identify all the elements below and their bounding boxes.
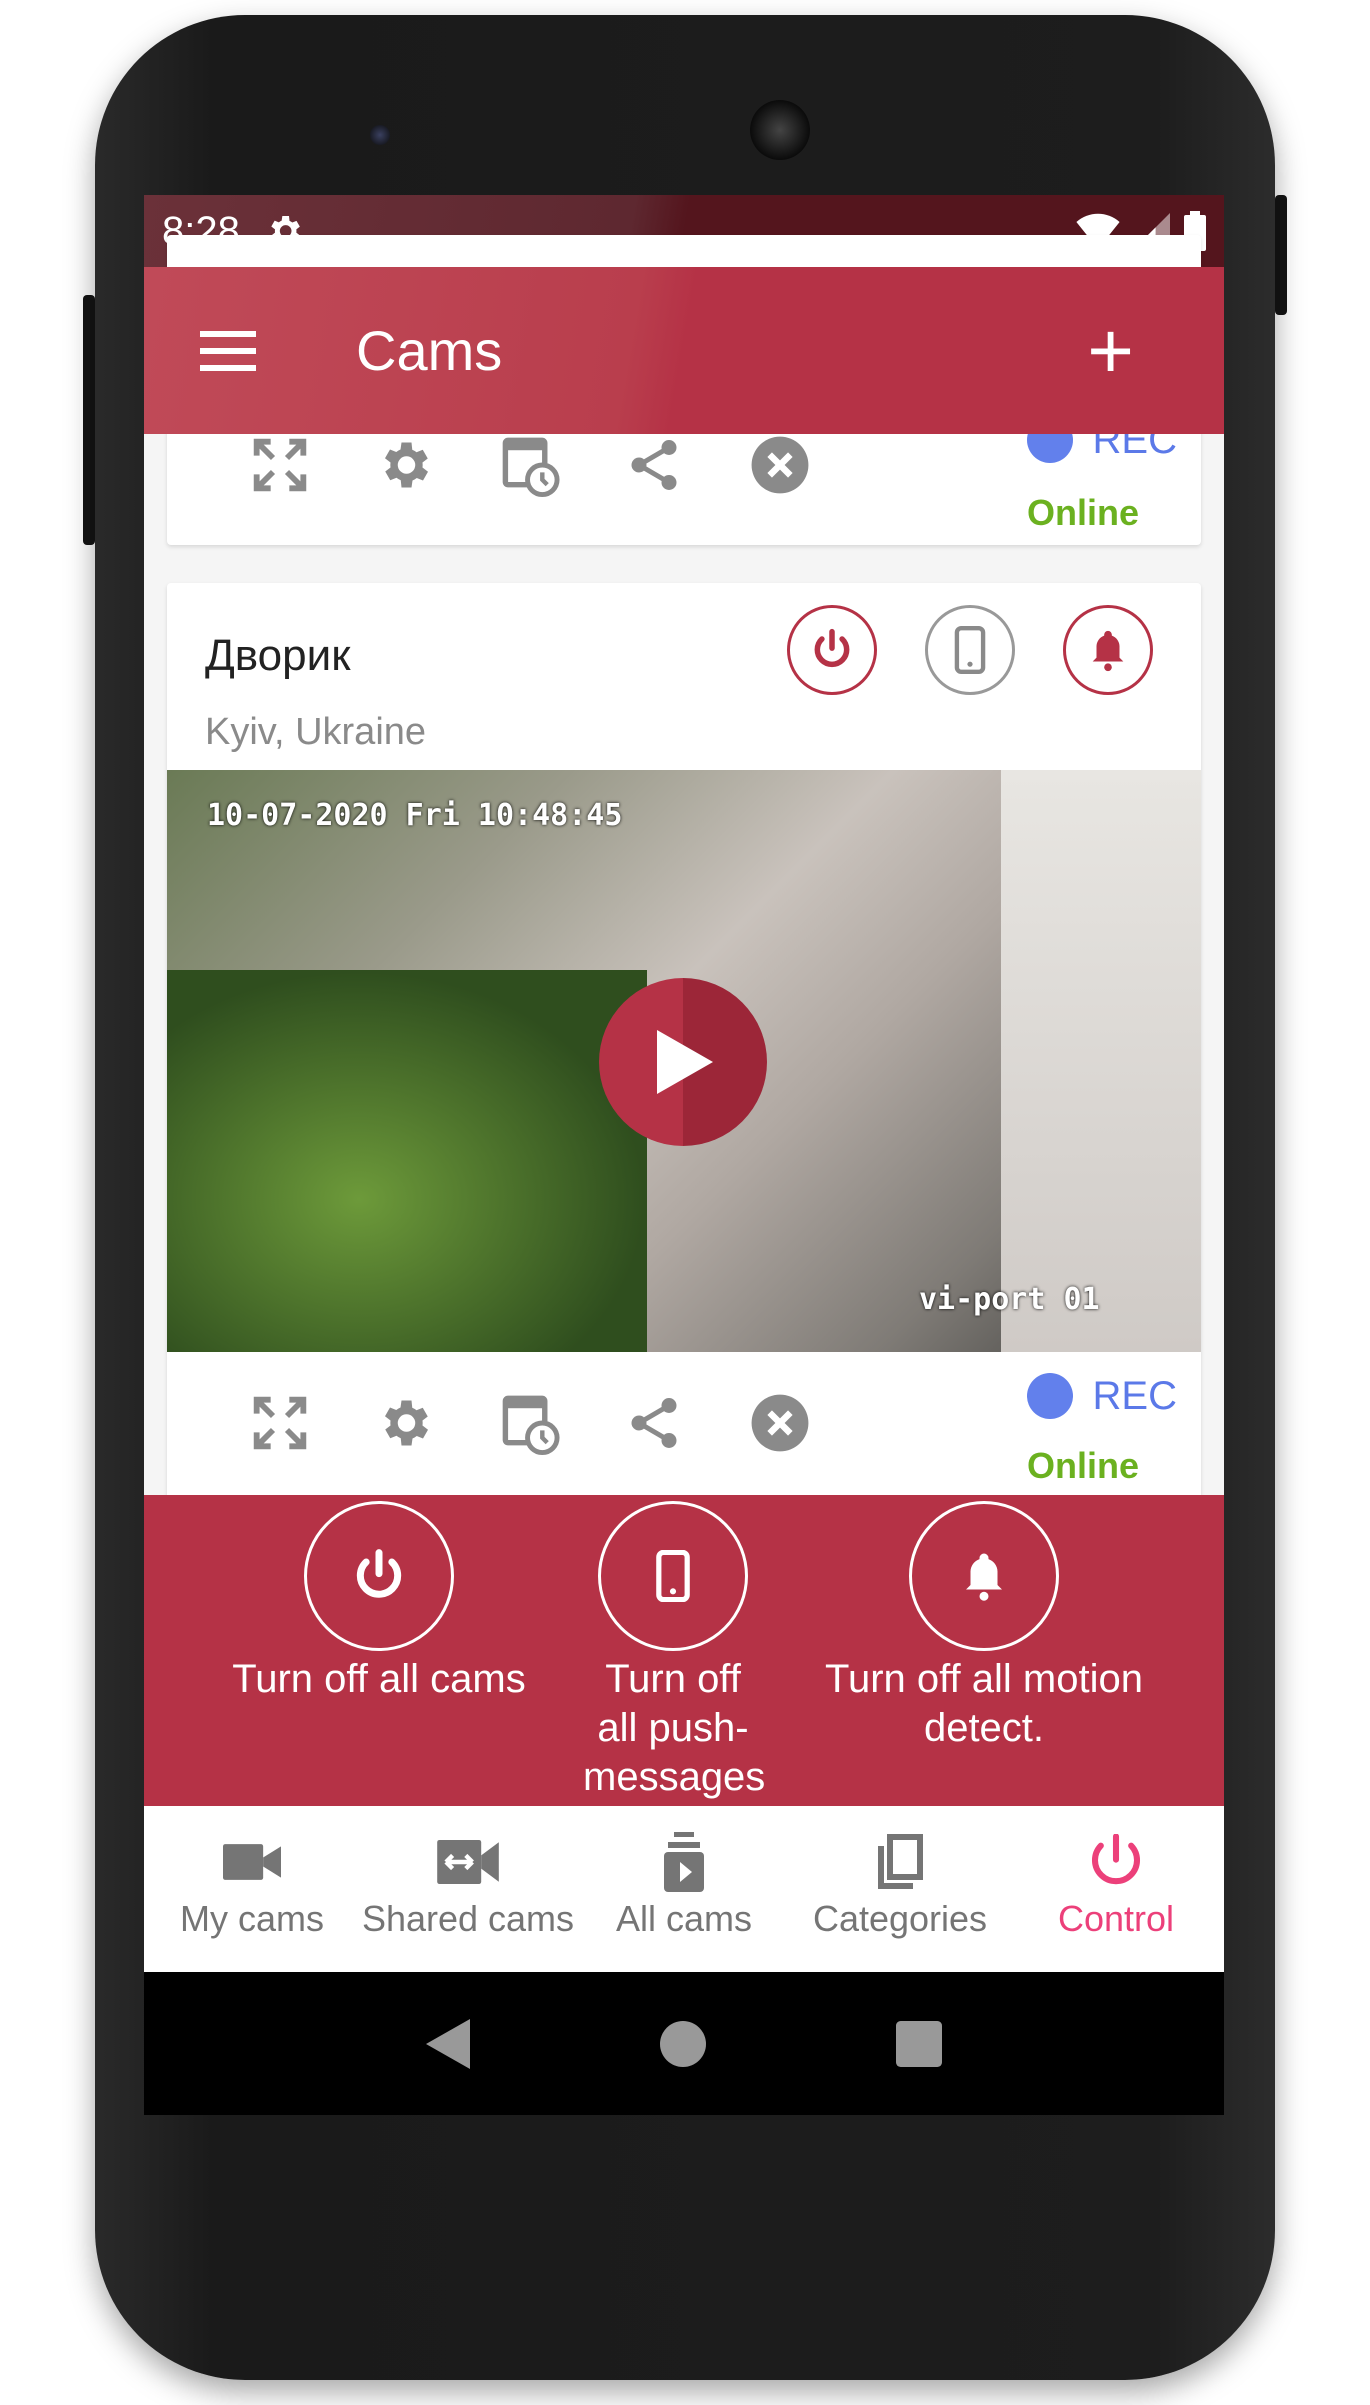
schedule-icon[interactable] (495, 430, 565, 500)
system-navigation-bar (144, 1972, 1224, 2115)
recents-icon[interactable] (896, 2020, 942, 2067)
power-toggle-button[interactable] (787, 605, 877, 695)
nav-label: All cams (615, 1898, 753, 1939)
shared-cam-icon (437, 1840, 499, 1884)
preview-scene (167, 970, 647, 1352)
power-icon (356, 1549, 402, 1598)
nav-my-cams[interactable]: My cams (144, 1806, 360, 1972)
osd-timestamp: 10-07-2020 Fri 10:48:45 (207, 798, 623, 833)
volume-button (83, 295, 95, 545)
delete-icon[interactable] (745, 1388, 815, 1458)
schedule-icon[interactable] (495, 1388, 565, 1458)
online-status: Online (1026, 1445, 1139, 1486)
home-icon[interactable] (660, 2020, 706, 2067)
nav-shared-cams[interactable]: Shared cams (360, 1806, 576, 1972)
power-icon (1091, 1834, 1141, 1885)
play-icon (657, 1030, 713, 1094)
video-library-icon (664, 1832, 704, 1892)
nav-label: Categories (812, 1898, 988, 1939)
preview-wall (1001, 770, 1201, 1352)
control-label: Turn off all push-messages (583, 1657, 766, 1799)
nav-label: Control (1057, 1898, 1175, 1939)
control-label: Turn off all motion detect. (825, 1657, 1143, 1750)
page-title: Cams (356, 319, 503, 382)
bell-icon (1092, 630, 1124, 672)
fullscreen-icon[interactable] (245, 430, 315, 500)
online-status: Online (1026, 492, 1139, 533)
camera-card: Дворик Kyiv, Ukraine 10-07-2020 Fri 10:4… (167, 583, 1201, 1503)
phone-icon (954, 626, 986, 674)
nav-categories[interactable]: Categories (792, 1806, 1008, 1972)
phone-icon (656, 1550, 690, 1602)
camera-location: Kyiv, Ukraine (205, 711, 427, 753)
power-button (1275, 195, 1287, 315)
screen: 8:28 Cams + REC Online Дворик Kyiv, Ukra… (144, 195, 1224, 2115)
delete-icon[interactable] (745, 430, 815, 500)
camera-preview[interactable]: 10-07-2020 Fri 10:48:45 vi-port 01 (167, 770, 1201, 1352)
nav-label: Shared cams (361, 1898, 575, 1939)
earpiece-speaker (750, 100, 810, 160)
share-icon[interactable] (619, 430, 689, 500)
turn-off-all-cams-button[interactable]: Turn off all cams (219, 1501, 539, 1704)
settings-icon[interactable] (369, 430, 439, 500)
fullscreen-icon[interactable] (245, 1388, 315, 1458)
rec-label: REC (1092, 1373, 1177, 1418)
menu-icon[interactable] (200, 330, 256, 371)
settings-icon[interactable] (369, 1388, 439, 1458)
camera-name: Дворик (205, 631, 351, 680)
motion-toggle-button[interactable] (1063, 605, 1153, 695)
videocam-icon (223, 1844, 281, 1880)
add-cam-button[interactable]: + (1087, 305, 1134, 397)
nav-all-cams[interactable]: All cams (576, 1806, 792, 1972)
bottom-nav: My cams Shared cams All cams Categories … (144, 1806, 1224, 1972)
bell-icon (966, 1553, 1002, 1601)
power-icon (814, 628, 850, 668)
front-camera (370, 125, 390, 145)
push-toggle-button[interactable] (925, 605, 1015, 695)
turn-off-push-button[interactable]: Turn off all push-messages (523, 1501, 823, 1802)
control-label: Turn off all cams (232, 1657, 526, 1701)
rec-dot (1026, 1373, 1073, 1419)
nav-label: My cams (180, 1898, 324, 1939)
rec-indicator: REC (1026, 1373, 1177, 1419)
categories-icon (878, 1834, 923, 1889)
back-icon[interactable] (426, 2018, 470, 2069)
control-panel: Turn off all cams Turn off all push-mess… (144, 1495, 1224, 1806)
play-button[interactable] (599, 978, 767, 1146)
app-bar: Cams + (144, 267, 1224, 434)
nav-control[interactable]: Control (1008, 1806, 1224, 1972)
osd-camera-name: vi-port 01 (919, 1282, 1100, 1317)
share-icon[interactable] (619, 1388, 689, 1458)
turn-off-motion-button[interactable]: Turn off all motion detect. (824, 1501, 1144, 1753)
